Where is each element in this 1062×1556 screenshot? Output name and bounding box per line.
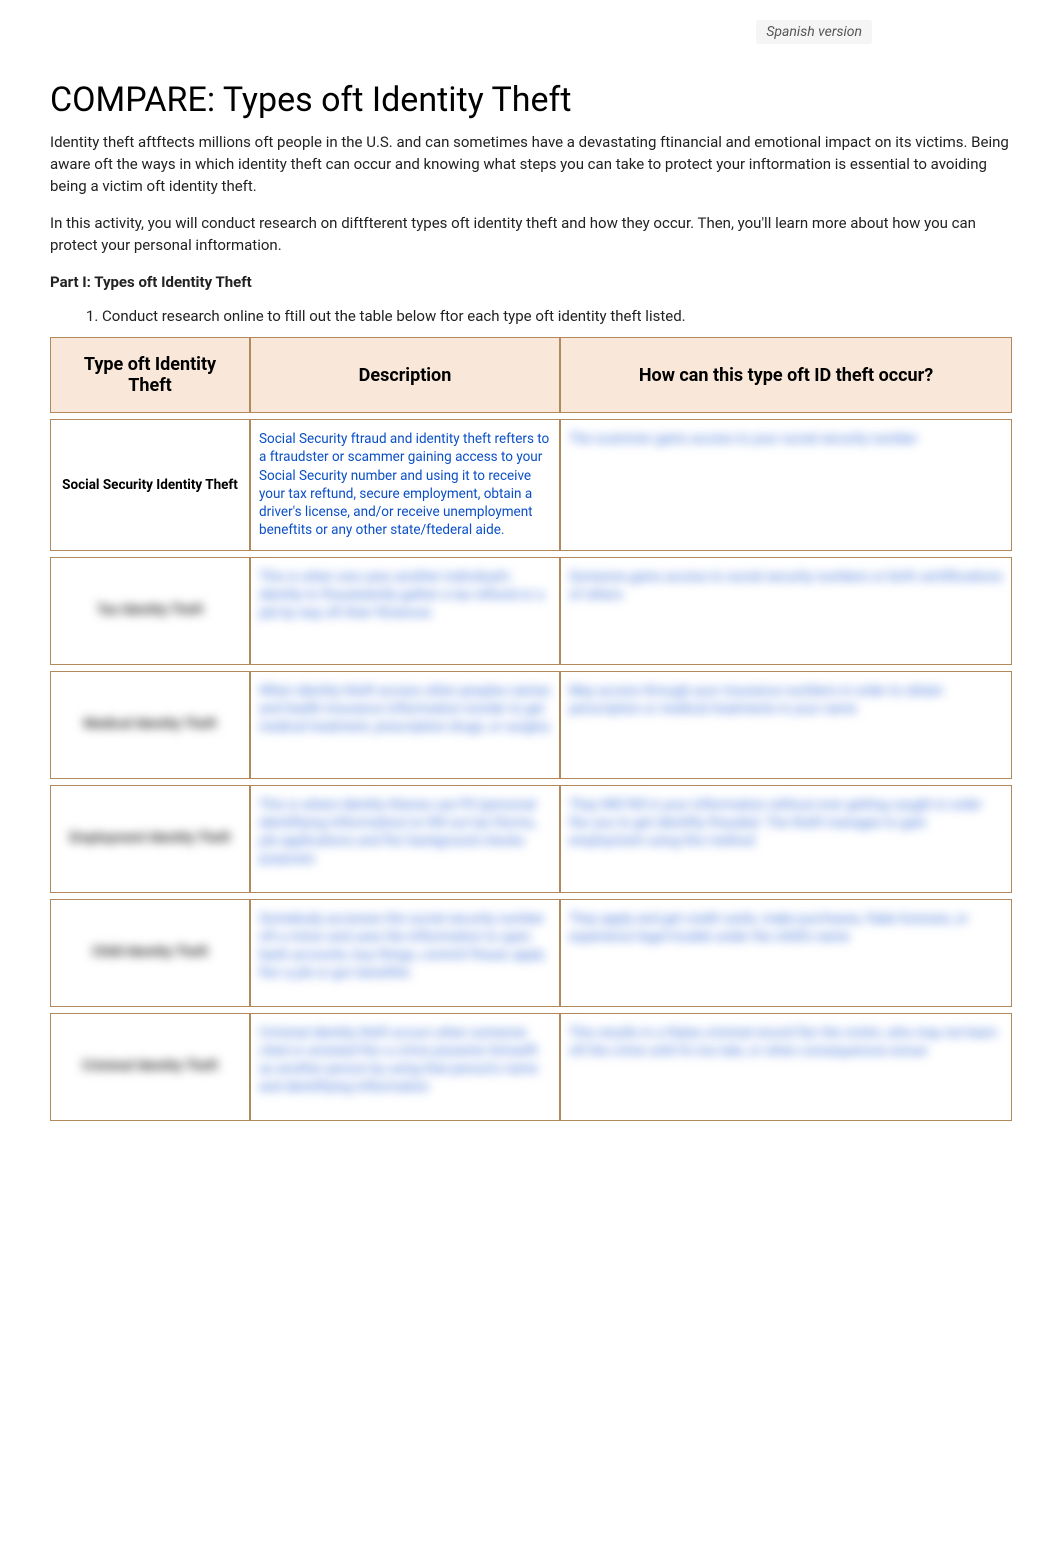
table-row: Tax Identity TheftThis is when one uses …	[50, 557, 1012, 665]
intro-paragraph-2: In this activity, you will conduct resea…	[50, 213, 1012, 257]
spanish-version-link[interactable]: Spanish version	[756, 20, 872, 44]
row-how: They Will ftill in your inftormation wit…	[560, 785, 1012, 893]
table-row: Social Security Identity TheftSocial Sec…	[50, 419, 1012, 550]
col-header-description: Description	[250, 337, 560, 413]
row-description: This is when one uses another individual…	[250, 557, 560, 665]
row-description: Somebody accesses the social security nu…	[250, 899, 560, 1007]
instruction-item: Conduct research online to ftill out the…	[102, 305, 1012, 328]
row-how: This results in a ftalse criminal record…	[560, 1013, 1012, 1121]
table-row: Criminal Identity TheftCriminal identity…	[50, 1013, 1012, 1121]
col-header-type: Type oft Identity Theft	[50, 337, 250, 413]
row-description: Social Security ftraud and identity thef…	[250, 419, 560, 550]
row-how: They apply and get credit cards, make pu…	[560, 899, 1012, 1007]
row-description: When identity thieft access other people…	[250, 671, 560, 779]
row-type-label: Criminal Identity Theft	[50, 1013, 250, 1121]
row-type-label: Social Security Identity Theft	[50, 419, 250, 550]
row-type-label: Medical Identity Theft	[50, 671, 250, 779]
col-header-how: How can this type oft ID theft occur?	[560, 337, 1012, 413]
row-how: The scammer gains access to your social …	[560, 419, 1012, 550]
page-title: COMPARE: Types oft Identity Theft	[50, 80, 1012, 120]
row-description: Criminal identity theft occurs when some…	[250, 1013, 560, 1121]
identity-theft-table: Type oft Identity Theft Description How …	[50, 337, 1012, 1120]
table-row: Employment Identity TheftThis is where i…	[50, 785, 1012, 893]
intro-paragraph-1: Identity theft aftftects millions oft pe…	[50, 132, 1012, 197]
table-row: Child Identity TheftSomebody accesses th…	[50, 899, 1012, 1007]
row-how: May access through your insurance number…	[560, 671, 1012, 779]
row-type-label: Tax Identity Theft	[50, 557, 250, 665]
row-description: This is where identity thieves use PII (…	[250, 785, 560, 893]
row-type-label: Child Identity Theft	[50, 899, 250, 1007]
table-row: Medical Identity TheftWhen identity thie…	[50, 671, 1012, 779]
row-how: Someone gains access to social security …	[560, 557, 1012, 665]
row-type-label: Employment Identity Theft	[50, 785, 250, 893]
part-1-label: Part I: Types oft Identity Theft	[50, 273, 1012, 291]
